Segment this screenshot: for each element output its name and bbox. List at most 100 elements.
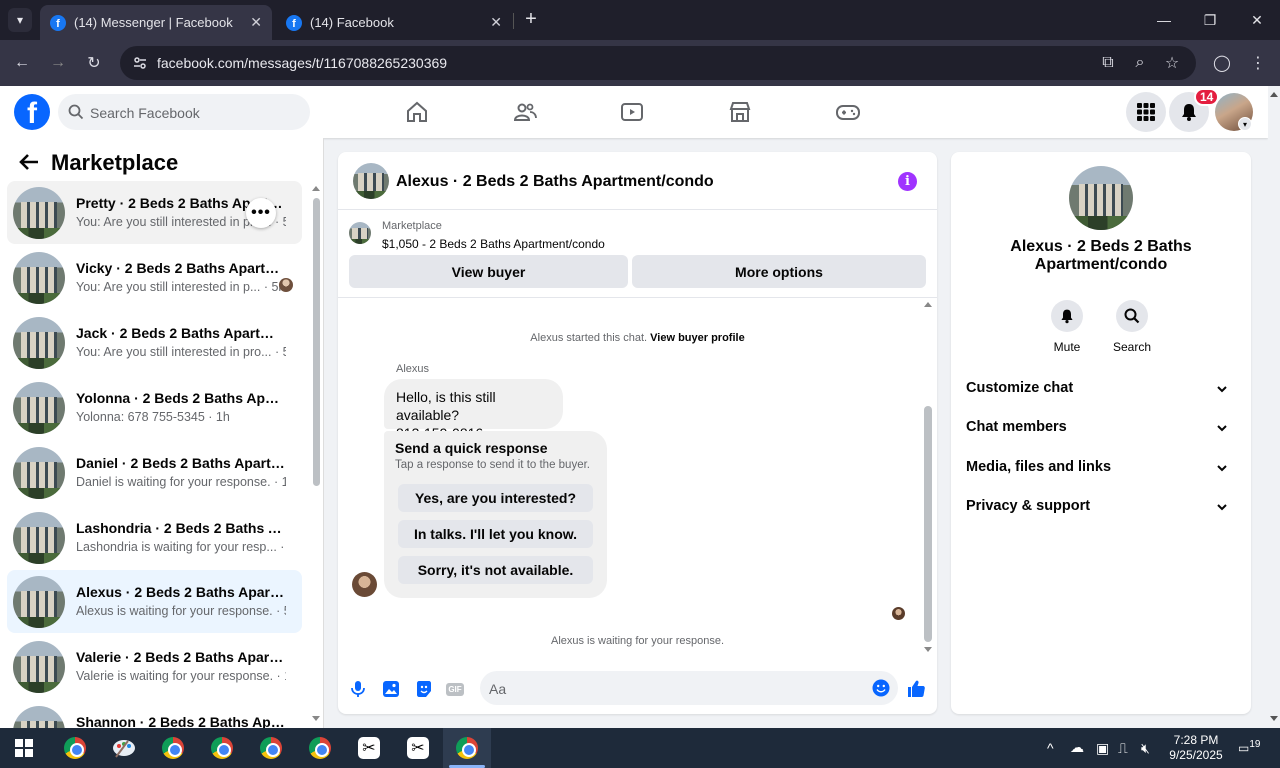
conversation-item-valerie[interactable]: Valerie · 2 Beds 2 Baths Apartment/condo…: [7, 635, 302, 698]
quick-response-not-available-button[interactable]: Sorry, it's not available.: [398, 556, 593, 584]
gif-icon[interactable]: GIF: [444, 678, 466, 700]
marketplace-sidebar: Marketplace Pretty · 2 Beds 2 Baths Apar…: [0, 138, 324, 728]
chrome-profile-1-icon[interactable]: [63, 736, 87, 760]
search-icon: [68, 104, 84, 120]
scrollbar-thumb[interactable]: [924, 406, 932, 642]
conversation-item-jack[interactable]: Jack · 2 Beds 2 Baths Apartment/condo Yo…: [7, 311, 302, 374]
nav-gaming-icon[interactable]: [834, 98, 862, 126]
customize-chat-section[interactable]: Customize chat: [966, 380, 1236, 400]
scroll-up-icon[interactable]: [924, 302, 932, 307]
back-arrow-icon[interactable]: [18, 151, 40, 173]
conversation-preview: Alexus is waiting for your response. · 5…: [76, 604, 286, 618]
back-icon[interactable]: ←: [10, 51, 34, 75]
install-app-icon[interactable]: ⧉: [1096, 51, 1120, 75]
chrome-profile-5-icon[interactable]: [308, 736, 332, 760]
capcut-2-icon[interactable]: ✂: [406, 736, 430, 760]
show-hidden-icons-icon[interactable]: ^: [1047, 740, 1054, 756]
forward-icon[interactable]: →: [46, 51, 70, 75]
listing-title[interactable]: $1,050 - 2 Beds 2 Baths Apartment/condo: [382, 237, 605, 251]
scroll-down-icon[interactable]: [1270, 716, 1278, 721]
onedrive-icon[interactable]: ☁: [1070, 739, 1084, 756]
minimize-icon[interactable]: —: [1152, 8, 1176, 32]
address-bar[interactable]: facebook.com/messages/t/1167088265230369…: [120, 46, 1196, 80]
conversation-item-lashondria[interactable]: Lashondria · 2 Beds 2 Baths Apartment/co…: [7, 506, 302, 569]
conversation-item-pretty[interactable]: Pretty · 2 Beds 2 Baths Apartment/condo …: [7, 181, 302, 244]
chat-info-thumbnail[interactable]: [1069, 166, 1133, 230]
profile-icon[interactable]: ◯: [1210, 51, 1234, 75]
quick-response-yes-button[interactable]: Yes, are you interested?: [398, 484, 593, 512]
conversation-item-shannon[interactable]: Shannon · 2 Beds 2 Baths Apartment/condo: [7, 700, 302, 728]
scroll-down-icon[interactable]: [312, 716, 320, 721]
chat-members-section[interactable]: Chat members: [966, 419, 1236, 439]
page-scrollbar[interactable]: [1268, 86, 1280, 728]
scroll-up-icon[interactable]: [312, 186, 320, 191]
scroll-up-icon[interactable]: [1270, 92, 1278, 97]
tab-facebook[interactable]: f (14) Facebook ✕: [276, 5, 512, 40]
more-options-icon[interactable]: •••: [246, 198, 276, 228]
tab-title: (14) Messenger | Facebook: [74, 15, 233, 30]
buyer-avatar[interactable]: [352, 572, 377, 597]
info-icon[interactable]: i: [898, 172, 917, 191]
bookmark-star-icon[interactable]: ☆: [1160, 51, 1184, 75]
zoom-icon[interactable]: ⌕: [1128, 51, 1152, 75]
view-buyer-profile-link[interactable]: View buyer profile: [650, 332, 745, 344]
system-clock[interactable]: 7:28 PM 9/25/2025: [1160, 733, 1232, 763]
sticker-icon[interactable]: [413, 678, 435, 700]
chrome-menu-icon[interactable]: ⋮: [1246, 51, 1270, 75]
conversation-item-vicky[interactable]: Vicky · 2 Beds 2 Baths Apartment/condo Y…: [7, 246, 302, 309]
thumbs-up-icon[interactable]: [905, 678, 927, 700]
message-input[interactable]: Aa: [480, 671, 898, 705]
site-info-icon[interactable]: [132, 55, 148, 71]
restore-icon[interactable]: ❐: [1198, 8, 1222, 32]
microphone-icon[interactable]: [347, 678, 369, 700]
tab-messenger[interactable]: f (14) Messenger | Facebook ✕: [40, 5, 272, 40]
view-buyer-button[interactable]: View buyer: [349, 255, 628, 288]
nav-marketplace-icon[interactable]: [726, 98, 754, 126]
close-window-icon[interactable]: ✕: [1245, 8, 1269, 32]
conversation-item-alexus[interactable]: Alexus · 2 Beds 2 Baths Apartment/condo …: [7, 570, 302, 633]
mute-button[interactable]: Mute: [1037, 300, 1097, 354]
facebook-logo-icon[interactable]: f: [14, 94, 50, 130]
windows-start-icon[interactable]: [12, 736, 36, 760]
chrome-profile-2-icon[interactable]: [161, 736, 185, 760]
network-icon[interactable]: ⎍: [1118, 740, 1128, 757]
scrollbar-thumb[interactable]: [313, 198, 320, 486]
search-box[interactable]: Search Facebook: [58, 94, 310, 130]
chat-title[interactable]: Alexus · 2 Beds 2 Baths Apartment/condo: [396, 173, 714, 191]
search-chat-button[interactable]: Search: [1102, 300, 1162, 354]
close-tab-icon[interactable]: ✕: [490, 14, 502, 31]
quick-response-in-talks-button[interactable]: In talks. I'll let you know.: [398, 520, 593, 548]
sidebar-scrollbar[interactable]: [310, 184, 322, 728]
close-tab-icon[interactable]: ✕: [250, 14, 262, 31]
nav-home-icon[interactable]: [403, 98, 431, 126]
chrome-active-icon[interactable]: [455, 736, 479, 760]
chrome-profile-3-icon[interactable]: [210, 736, 234, 760]
emoji-icon[interactable]: [870, 677, 892, 699]
nav-friends-icon[interactable]: [511, 98, 539, 126]
more-options-button[interactable]: More options: [632, 255, 926, 288]
conversation-name: Vicky · 2 Beds 2 Baths Apartment/condo: [76, 260, 286, 276]
reload-icon[interactable]: ↻: [82, 51, 106, 75]
notification-center-icon[interactable]: ▭19: [1238, 739, 1260, 755]
privacy-support-section[interactable]: Privacy & support: [966, 498, 1236, 518]
chevron-down-icon[interactable]: ▾: [1238, 117, 1252, 131]
incoming-message-bubble[interactable]: Hello, is this still available? 813-159-…: [384, 379, 563, 441]
scroll-down-icon[interactable]: [924, 647, 932, 652]
chrome-profile-4-icon[interactable]: [259, 736, 283, 760]
nav-video-icon[interactable]: [618, 98, 646, 126]
capcut-1-icon[interactable]: ✂: [357, 736, 381, 760]
chat-listing-thumbnail[interactable]: [353, 163, 389, 199]
volume-mute-icon[interactable]: 🔇︎: [1141, 740, 1150, 757]
photo-icon[interactable]: [380, 678, 402, 700]
new-tab-icon[interactable]: +: [520, 8, 542, 30]
menu-grid-button[interactable]: [1126, 92, 1166, 132]
meet-now-icon[interactable]: ▣: [1096, 740, 1109, 757]
paint-app-icon[interactable]: [112, 736, 136, 760]
chat-scrollbar[interactable]: [922, 300, 934, 656]
tab-search-dropdown-icon[interactable]: ▾: [8, 8, 32, 32]
message-placeholder: Aa: [489, 681, 507, 697]
conversation-item-yolonna[interactable]: Yolonna · 2 Beds 2 Baths Apartment/condo…: [7, 376, 302, 439]
media-files-links-section[interactable]: Media, files and links: [966, 459, 1236, 479]
clock-time: 7:28 PM: [1173, 733, 1219, 747]
conversation-item-daniel[interactable]: Daniel · 2 Beds 2 Baths Apartment/condo …: [7, 441, 302, 504]
